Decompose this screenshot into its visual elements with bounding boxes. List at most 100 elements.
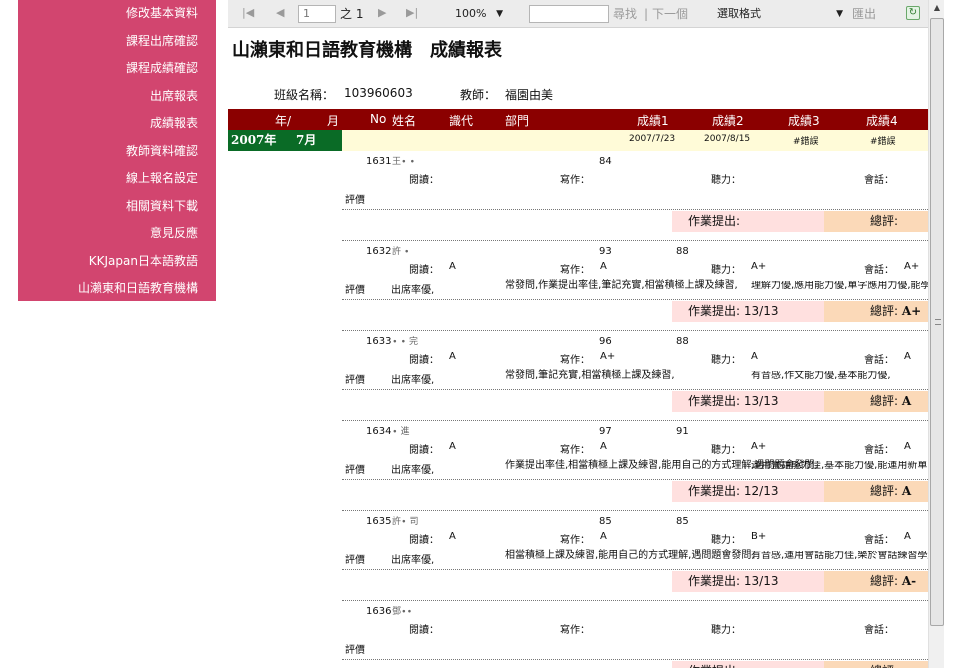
writing-label: 寫作： — [560, 355, 590, 366]
group-year: 2007年 — [231, 133, 277, 147]
sidebar-item-feedback[interactable]: 意見反應 — [18, 220, 216, 248]
listening-label: 聽力： — [711, 175, 741, 186]
divider — [342, 569, 928, 570]
evaluation-skills: 理解力優,應用能力優,單字應用力優,能學到的單字, — [751, 281, 928, 291]
writing-grade: A — [600, 441, 607, 452]
sidebar-item-downloads[interactable]: 相關資料下載 — [18, 193, 216, 221]
divider — [342, 659, 928, 660]
homework-label: 作業提出: — [688, 214, 741, 228]
student-score2: 88 — [676, 246, 689, 257]
find-link[interactable]: 尋找 — [613, 7, 637, 21]
student-record: 1632 許 ∙ 93 88 閱讀： A 寫作： A 聽力： A+ 會話： A+… — [342, 241, 928, 331]
search-input[interactable] — [529, 5, 609, 23]
student-record: 1634 ∙ 進 97 91 閱讀： A 寫作： A 聽力： A+ 會話： A … — [342, 421, 928, 511]
sidebar-item-course-grades[interactable]: 課程成績確認 — [18, 55, 216, 83]
vertical-scrollbar[interactable]: ▲ — [928, 0, 944, 668]
writing-label: 寫作： — [560, 445, 590, 456]
student-number: 1633 — [366, 336, 392, 347]
divider — [342, 299, 928, 300]
chevron-down-icon: ▼ — [496, 9, 503, 19]
sidebar-item-institution[interactable]: 山瀨東和日語教育機構 — [18, 275, 216, 303]
total-box: 總評: A+ — [824, 301, 928, 322]
listening-label: 聽力： — [711, 625, 741, 636]
report-page: 山瀨東和日語教育機構 成績報表 班級名稱： 103960603 教師： 福園由美… — [228, 28, 928, 668]
total-label: 總評: — [870, 394, 899, 408]
export-link[interactable]: 匯出 — [852, 7, 876, 21]
export-format-select[interactable]: 選取格式 ▼ — [712, 5, 848, 23]
evaluation-label: 評價 — [345, 465, 365, 476]
student-score1: 85 — [599, 516, 612, 527]
reading-label: 閱讀： — [409, 265, 439, 276]
scroll-thumb[interactable] — [930, 18, 944, 626]
find-next-link[interactable]: 下一個 — [652, 7, 688, 21]
speaking-grade: A — [904, 531, 911, 542]
homework-label: 作業提出: — [688, 394, 741, 408]
evaluation-behavior: 作業提出率佳,相當積極上課及練習,能用自己的方式理解,遇問題會發問, — [505, 460, 818, 471]
sidebar-item-kkjapan[interactable]: KKJapan日本語教語 — [18, 248, 216, 276]
reading-grade: A — [449, 441, 456, 452]
scroll-up-icon[interactable]: ▲ — [929, 0, 945, 16]
column-header-score4: 成績4 — [866, 114, 898, 128]
page-count: 之 1 — [340, 7, 364, 21]
evaluation-skills: 運用會話能力佳,基本能力優,能運用新單字, — [751, 461, 928, 471]
writing-grade: A — [600, 531, 607, 542]
refresh-icon[interactable]: ↻ — [906, 6, 920, 20]
student-record: 1635 許∙ 司 85 85 閱讀： A 寫作： A 聽力： B+ 會話： A… — [342, 511, 928, 601]
student-name: 許∙ 司 — [392, 517, 419, 527]
evaluation-behavior: 常發問,筆記充實,相當積極上課及練習, — [505, 370, 675, 381]
student-record: 1636 鄧∙∙ 閱讀： 寫作： 聽力： 會話： 評價 作業提出: 總評: — [342, 601, 928, 668]
total-label: 總評: — [870, 484, 899, 498]
sidebar-item-course-attendance[interactable]: 課程出席確認 — [18, 28, 216, 56]
sidebar-item-teacher-data[interactable]: 教師資料確認 — [18, 138, 216, 166]
speaking-label: 會話： — [864, 265, 894, 276]
listening-grade: A+ — [751, 441, 767, 452]
student-number: 1631 — [366, 156, 392, 167]
column-header-score3: 成績3 — [788, 114, 820, 128]
group-dates: 2007/7/23 2007/8/15 #錯誤 #錯誤 — [342, 130, 928, 151]
evaluation-attendance: 出席率優, — [391, 465, 435, 476]
student-name: ∙ ∙ 完 — [392, 337, 418, 347]
evaluation-skills: 有音感,運用會話能力佳,樂於會話練習學過的句型用在文章會寫上, — [751, 551, 928, 561]
sidebar-item-grade-report[interactable]: 成績報表 — [18, 110, 216, 138]
teacher-value: 福園由美 — [505, 88, 554, 102]
speaking-label: 會話： — [864, 175, 894, 186]
student-score1: 97 — [599, 426, 612, 437]
sidebar-item-online-registration[interactable]: 線上報名設定 — [18, 165, 216, 193]
sidebar-nav: 修改基本資料 課程出席確認 課程成績確認 出席報表 成績報表 教師資料確認 線上… — [18, 0, 216, 301]
total-box: 總評: — [824, 211, 928, 232]
total-grade: A- — [901, 574, 917, 588]
total-grade: A — [901, 484, 912, 498]
zoom-select[interactable]: 100% ▼ — [450, 5, 508, 23]
homework-value: 12/13 — [743, 484, 779, 498]
column-header-month: 月 — [327, 114, 340, 128]
student-number: 1636 — [366, 606, 392, 617]
prev-page-icon[interactable]: ◀ — [276, 6, 284, 20]
last-page-icon[interactable]: ▶| — [406, 6, 418, 20]
toolbar-separator: | — [644, 7, 649, 21]
group-error-1: #錯誤 — [793, 137, 819, 147]
page-number-input[interactable]: 1 — [298, 5, 336, 23]
listening-label: 聽力： — [711, 355, 741, 366]
writing-label: 寫作： — [560, 175, 590, 186]
homework-value: 13/13 — [743, 394, 779, 408]
sidebar-item-attendance-report[interactable]: 出席報表 — [18, 83, 216, 111]
listening-grade: B+ — [751, 531, 767, 542]
column-header-department: 部門 — [505, 114, 530, 128]
homework-label: 作業提出: — [688, 574, 741, 588]
first-page-icon[interactable]: |◀ — [242, 6, 254, 20]
speaking-label: 會話： — [864, 625, 894, 636]
evaluation-behavior: 常發問,作業提出率佳,筆記充實,相當積極上課及練習, — [505, 280, 738, 291]
sidebar-item-edit-profile[interactable]: 修改基本資料 — [18, 0, 216, 28]
evaluation-label: 評價 — [345, 195, 365, 206]
next-page-icon[interactable]: ▶ — [378, 6, 386, 20]
writing-label: 寫作： — [560, 625, 590, 636]
class-name-label: 班級名稱： — [274, 88, 335, 102]
reading-label: 閱讀： — [409, 625, 439, 636]
speaking-grade: A+ — [904, 261, 920, 272]
group-label: 2007年 7月 — [228, 130, 342, 151]
homework-box: 作業提出: 13/13 — [672, 571, 824, 592]
student-name: 鄧∙∙ — [392, 607, 413, 617]
evaluation-skills — [751, 191, 928, 211]
group-error-2: #錯誤 — [870, 137, 896, 147]
group-date-2: 2007/8/15 — [704, 134, 751, 144]
